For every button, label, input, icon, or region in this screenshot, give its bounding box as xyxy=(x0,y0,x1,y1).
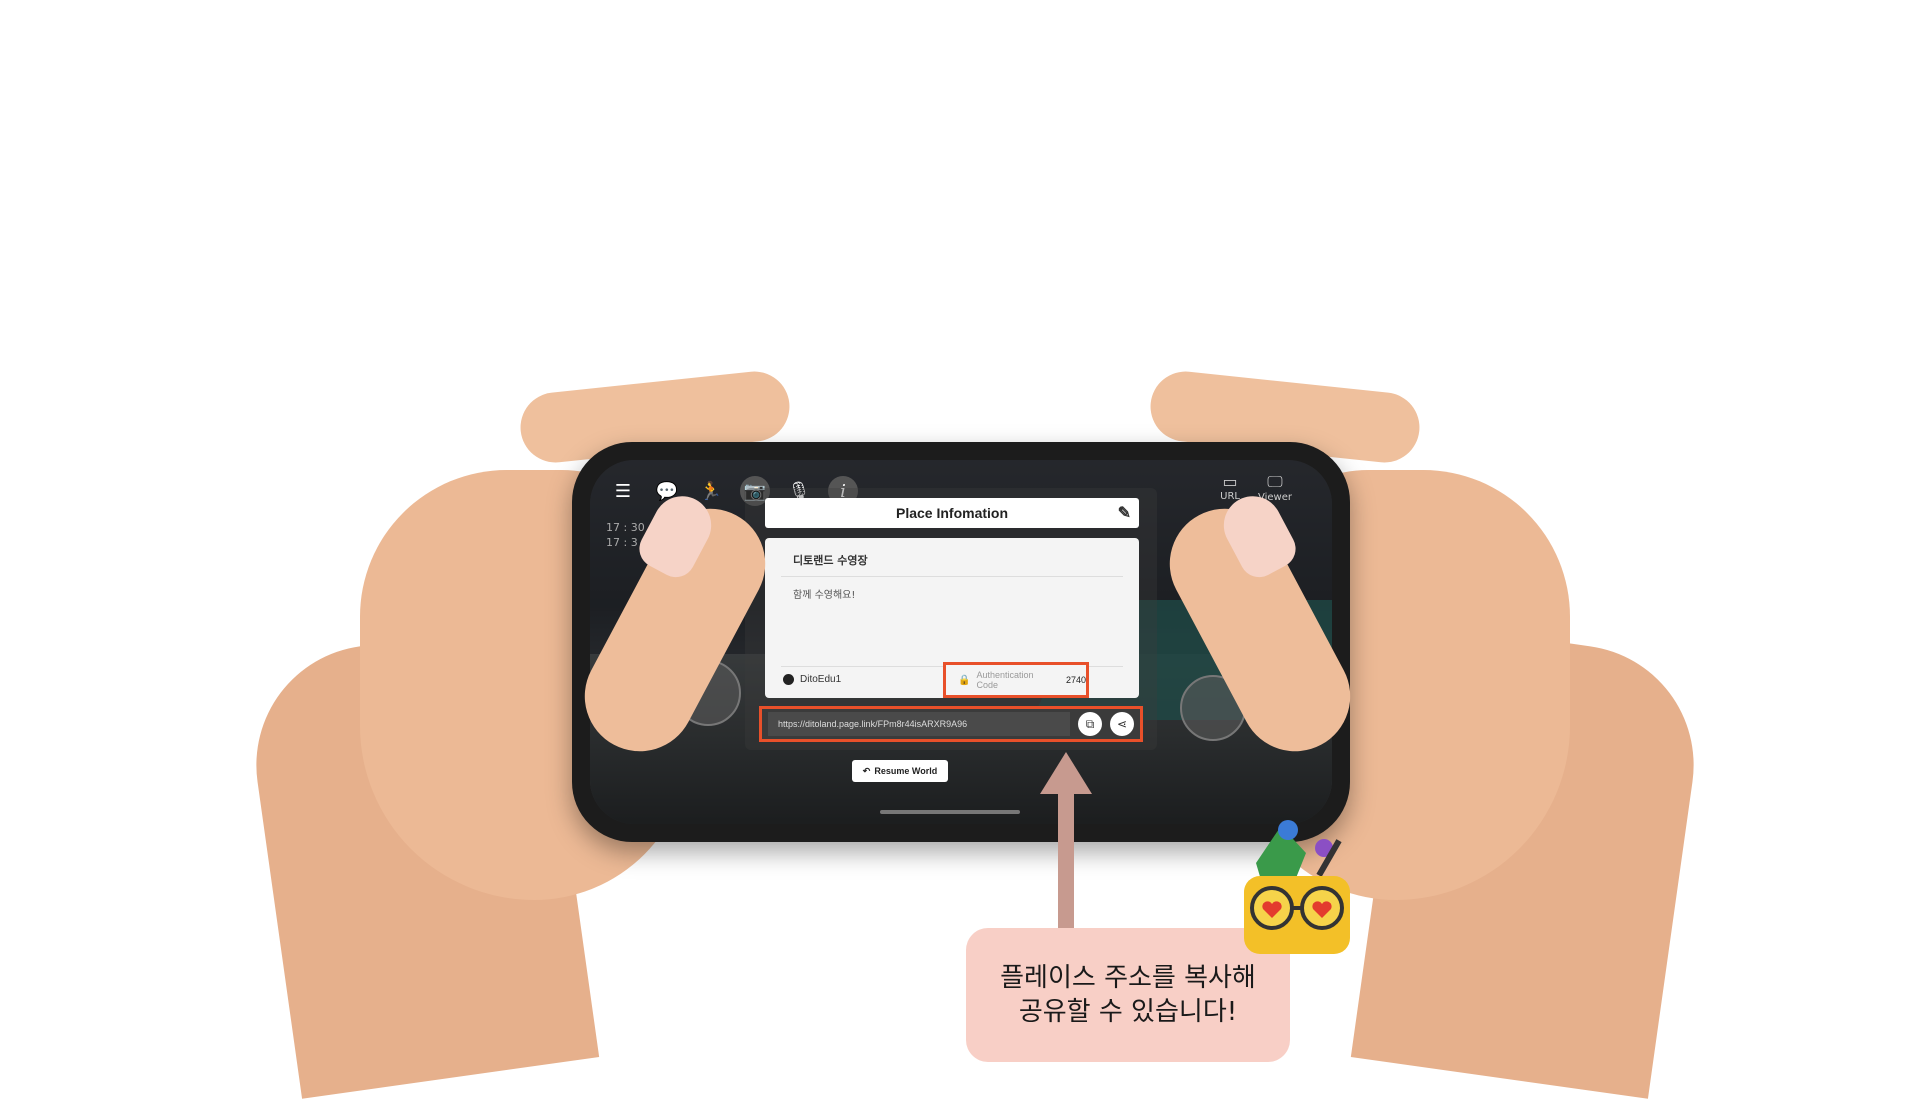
place-name: 디토랜드 수영장 xyxy=(793,554,868,567)
chat-time: 17 : 30 xyxy=(606,521,645,534)
place-link-row: https://ditoland.page.link/FPm8r44isARXR… xyxy=(759,706,1143,742)
dialog-title: Place Infomation xyxy=(895,505,1009,521)
emote-icon[interactable]: 🏃 xyxy=(696,476,726,506)
callout-line-1: 플레이스 주소를 복사해 xyxy=(1000,963,1256,993)
owner-avatar xyxy=(783,674,794,685)
lock-icon: 🔒 xyxy=(958,674,971,686)
owner-name: DitoEdu1 xyxy=(800,674,842,685)
url-button[interactable]: ▭ URL xyxy=(1220,472,1240,503)
place-link-field[interactable]: https://ditoland.page.link/FPm8r44isARXR… xyxy=(768,712,1070,736)
place-info-dialog: Place Infomation ✎ 디토랜드 수영장 함께 수영해요! Dit… xyxy=(745,488,1157,750)
viewer-icon: 🖵 xyxy=(1267,472,1283,491)
auth-label: Authentication Code xyxy=(976,670,1034,690)
copy-icon[interactable]: ⧉ xyxy=(1078,712,1102,736)
place-info-card: 디토랜드 수영장 함께 수영해요! DitoEdu1 🔒 Authenticat… xyxy=(765,538,1139,698)
dialog-header: Place Infomation ✎ xyxy=(765,498,1139,528)
auth-code: 2740 xyxy=(1065,675,1086,685)
resume-world-button[interactable]: ↶ Resume World xyxy=(852,760,948,782)
home-indicator xyxy=(880,810,1020,814)
resume-world-label: Resume World xyxy=(874,766,938,776)
divider xyxy=(781,576,1123,577)
url-icon: ▭ xyxy=(1222,472,1238,491)
owner-info: DitoEdu1 xyxy=(783,674,841,685)
authentication-code-box: 🔒 Authentication Code 2740 xyxy=(943,662,1089,698)
annotation-arrow xyxy=(1058,790,1074,930)
menu-icon[interactable]: ☰ xyxy=(608,476,638,506)
mascot-icon xyxy=(1244,820,1350,954)
place-description: 함께 수영해요! xyxy=(793,590,856,601)
callout-line-2: 공유할 수 있습니다! xyxy=(1018,997,1238,1027)
return-arrow-icon: ↶ xyxy=(862,765,871,776)
edit-icon[interactable]: ✎ xyxy=(1118,503,1131,523)
annotation-arrow-head xyxy=(1040,752,1092,794)
share-icon[interactable]: ⋖ xyxy=(1110,712,1134,736)
